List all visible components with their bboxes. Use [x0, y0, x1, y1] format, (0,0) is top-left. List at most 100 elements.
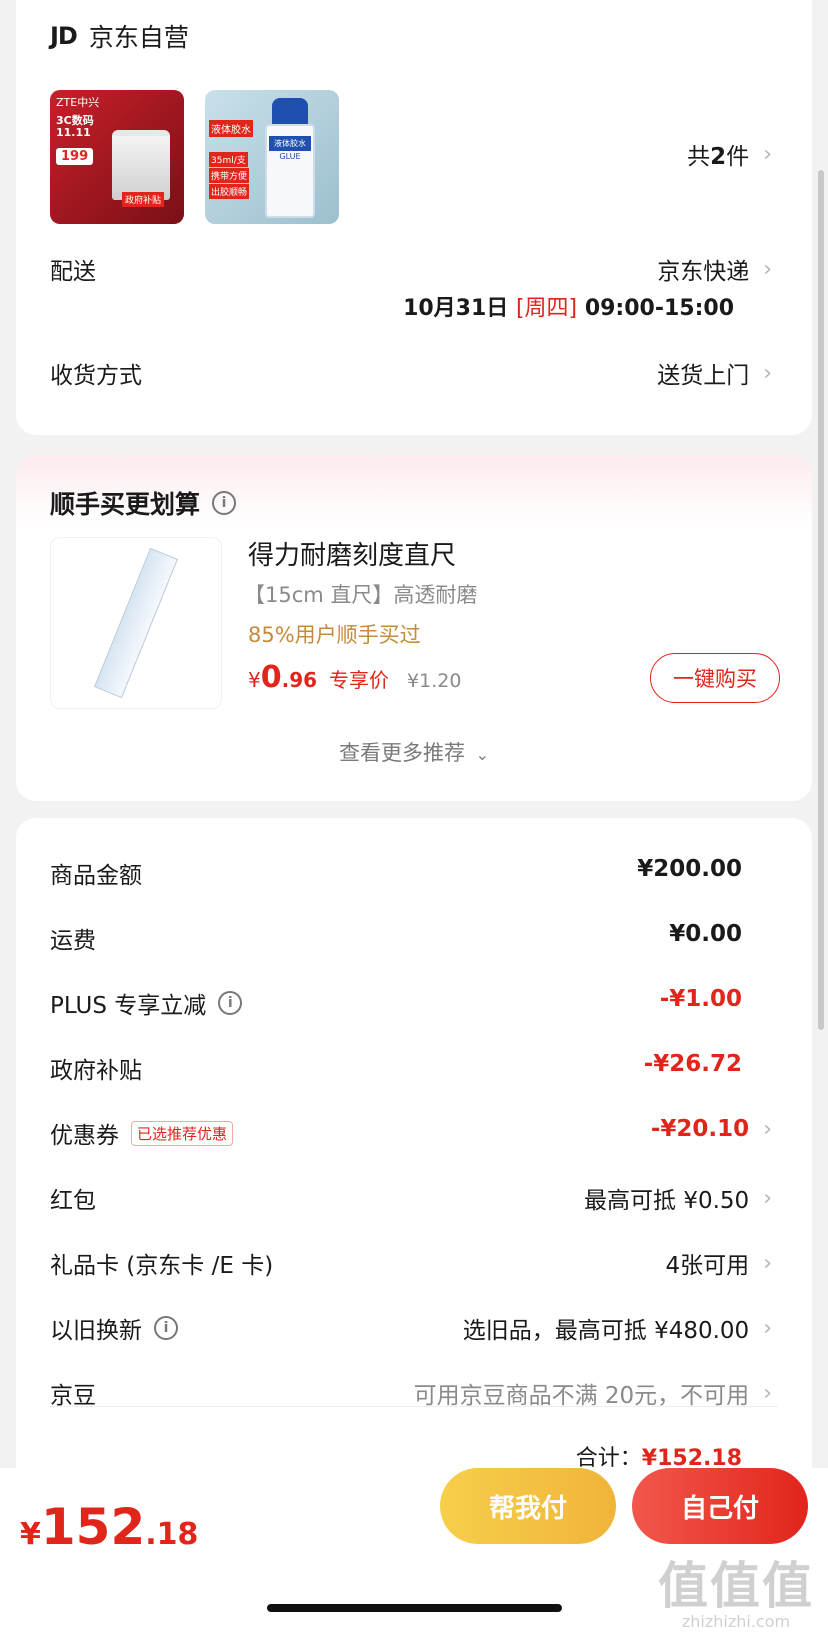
info-icon[interactable]: i — [218, 991, 243, 1015]
summary-row-value: -¥1.00 — [660, 986, 742, 1012]
summary-row-value[interactable]: -¥20.10 › — [651, 1116, 772, 1142]
summary-row-label-text: 运费 — [50, 928, 96, 954]
delivery-slot: 09:00-15:00 — [584, 296, 734, 321]
summary-row-label: 以旧换新 i — [50, 1311, 178, 1345]
chevron-right-icon: › — [763, 256, 772, 282]
summary-row-value: ¥0.00 — [669, 921, 742, 947]
pay-total-dec: .18 — [145, 1517, 199, 1552]
coupon-badge: 已选推荐优惠 — [131, 1120, 234, 1146]
delivery-date: 10月31日 — [403, 296, 509, 321]
pay-total-int: 152 — [40, 1498, 146, 1556]
glue-bottle: 液体胶水 GLUE — [265, 98, 315, 218]
glue-label4: 出胶顺畅 — [209, 184, 250, 199]
chevron-right-icon: › — [763, 1250, 772, 1276]
summary-row-value-text: 选旧品，最高可抵 ¥480.00 — [462, 1318, 750, 1344]
summary-row-label-text: 京豆 — [50, 1383, 96, 1409]
summary-divider — [50, 1406, 778, 1407]
glue-label1: 液体胶水 — [209, 120, 253, 137]
count-suffix: 件 — [726, 144, 750, 170]
summary-row-value-text: ¥0.00 — [669, 921, 742, 947]
summary-row-label: 运费 — [50, 921, 96, 955]
addon-price-dec: .96 — [281, 668, 318, 692]
summary-row-label: 京豆 — [50, 1376, 96, 1410]
scrollbar[interactable] — [818, 170, 824, 1030]
watermark: 值值值 zhizhizhi.com — [658, 1546, 814, 1631]
summary-row-value-text: ¥200.00 — [637, 856, 742, 882]
summary-row-label: 商品金额 — [50, 856, 142, 890]
product-image-router[interactable]: ZTE中兴 3C数码 11.11 199 政府补贴 — [50, 90, 184, 224]
chevron-right-icon: › — [763, 1315, 772, 1341]
summary-row-value: -¥26.72 — [644, 1051, 742, 1077]
router-line2: 11.11 — [56, 126, 91, 139]
home-indicator — [267, 1604, 562, 1612]
pay-total-symbol: ¥ — [20, 1517, 41, 1552]
summary-row-label-text: PLUS 专享立减 — [50, 993, 207, 1019]
ruler-image[interactable] — [50, 537, 222, 709]
see-more-text: 查看更多推荐 — [338, 741, 465, 765]
summary-row-value[interactable]: 4张可用 › — [666, 1246, 772, 1280]
router-tag: 政府补贴 — [122, 192, 165, 207]
summary-row-label-text: 政府补贴 — [50, 1058, 142, 1084]
shop-header: JD 京东自营 — [50, 18, 189, 54]
price-summary-card: 商品金额 ¥200.00 运费 ¥0.00 PLUS 专享立减 i -¥1.00 政府补贴 -¥… — [16, 818, 812, 1518]
summary-row-label: 优惠券 已选推荐优惠 — [50, 1116, 234, 1150]
chevron-right-icon: › — [763, 1380, 772, 1406]
watermark-text: 值值值 — [658, 1557, 814, 1615]
chevron-down-icon: ⌄ — [475, 745, 490, 764]
summary-row-value-text: 最高可抵 ¥0.50 — [584, 1188, 750, 1214]
item-count[interactable]: 共2件 › — [687, 137, 772, 171]
summary-row-label-text: 商品金额 — [50, 863, 142, 889]
self-pay-button[interactable]: 自己付 — [632, 1468, 808, 1544]
product-image-glue[interactable]: 液体胶水 35ml/支 携带方便 出胶顺畅 液体胶水 GLUE — [205, 90, 339, 224]
shop-name: 京东自营 — [88, 23, 189, 52]
summary-row-label-text: 优惠券 — [50, 1123, 119, 1149]
delivery-method[interactable]: 京东快递 › — [657, 252, 772, 286]
summary-row-value[interactable]: 最高可抵 ¥0.50 › — [584, 1181, 772, 1215]
summary-row-label: 政府补贴 — [50, 1051, 142, 1085]
summary-row-value-text: -¥26.72 — [643, 1051, 742, 1077]
summary-row-value-text: -¥20.10 — [650, 1116, 750, 1142]
summary-row-value: ¥200.00 — [637, 856, 742, 882]
summary-row-label: PLUS 专享立减 i — [50, 986, 243, 1020]
glue-bottle-label: 液体胶水 — [269, 136, 311, 151]
addon-orig-price: ¥1.20 — [407, 670, 462, 692]
receive-value: 送货上门 — [657, 363, 750, 389]
addon-price: ¥ 0 .96 专享价 ¥1.20 — [248, 660, 461, 695]
bottom-pay-bar: ¥ 152 .18 帮我付 自己付 值值值 zhizhizhi.com — [0, 1468, 828, 1632]
one-click-buy-button[interactable]: 一键购买 — [650, 653, 780, 703]
order-card: JD 京东自营 ZTE中兴 3C数码 11.11 199 政府补贴 液体胶水 3… — [16, 0, 812, 435]
router-device — [112, 130, 170, 200]
jd-logo: JD — [50, 22, 78, 50]
router-price: 199 — [56, 148, 94, 165]
addon-title-text: 顺手买更划算 — [50, 490, 201, 519]
summary-row-label: 红包 — [50, 1181, 96, 1215]
info-icon[interactable]: i — [212, 491, 237, 515]
summary-row-label-text: 红包 — [50, 1188, 96, 1214]
summary-row-value[interactable]: 选旧品，最高可抵 ¥480.00 › — [463, 1311, 772, 1345]
delivery-method-value: 京东快递 — [657, 259, 750, 285]
see-more-recommendations[interactable]: 查看更多推荐 ⌄ — [16, 737, 812, 767]
info-icon[interactable]: i — [154, 1316, 178, 1340]
receive-method[interactable]: 送货上门 › — [657, 356, 772, 390]
summary-row-label-text: 礼品卡 (京东卡 /E 卡) — [50, 1253, 274, 1279]
receive-label: 收货方式 — [50, 363, 142, 389]
chevron-right-icon: › — [763, 1185, 772, 1211]
addon-price-symbol: ¥ — [248, 668, 261, 692]
count-value: 2 — [710, 144, 727, 170]
summary-row-value-text: 4张可用 — [665, 1253, 750, 1279]
delivery-weekday: [周四] — [515, 296, 578, 321]
summary-row-label: 礼品卡 (京东卡 /E 卡) — [50, 1246, 273, 1280]
glue-label3: 携带方便 — [209, 168, 250, 183]
delivery-label: 配送 — [50, 259, 96, 285]
glue-label2: 35ml/支 — [209, 152, 248, 167]
summary-row-value-text: -¥1.00 — [659, 986, 742, 1012]
addon-social-proof: 85%用户顺手买过 — [248, 623, 421, 647]
help-pay-button[interactable]: 帮我付 — [440, 1468, 616, 1544]
summary-row-value-text: 可用京豆商品不满 20元，不可用 — [413, 1383, 750, 1409]
chevron-right-icon: › — [763, 360, 772, 386]
delivery-time[interactable]: 10月31日 [周四] 09:00-15:00 — [403, 290, 734, 322]
addon-product-name[interactable]: 得力耐磨刻度直尺 — [248, 535, 456, 572]
summary-row-value[interactable]: 可用京豆商品不满 20元，不可用 › — [414, 1376, 772, 1410]
addon-price-int: 0 — [260, 660, 282, 695]
summary-row-label-text: 以旧换新 — [50, 1318, 142, 1344]
